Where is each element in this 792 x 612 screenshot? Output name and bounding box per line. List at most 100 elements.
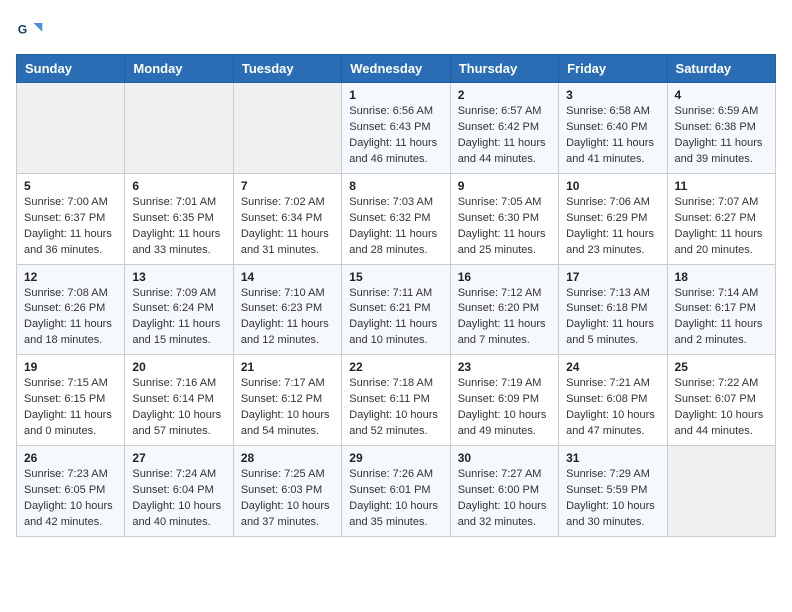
day-number: 9 [458,179,551,193]
day-number: 21 [241,360,334,374]
cell-content: Sunrise: 7:05 AM Sunset: 6:30 PM Dayligh… [458,195,551,259]
day-number: 19 [24,360,117,374]
calendar-cell: 17 Sunrise: 7:13 AM Sunset: 6:18 PM Dayli… [559,264,667,355]
day-number: 30 [458,451,551,465]
week-row-2: 5 Sunrise: 7:00 AM Sunset: 6:37 PM Daylig… [17,173,776,264]
calendar-cell: 4 Sunrise: 6:59 AM Sunset: 6:38 PM Daylig… [667,83,775,174]
calendar-cell: 14 Sunrise: 7:10 AM Sunset: 6:23 PM Dayli… [233,264,341,355]
calendar-cell: 27Sunrise: 7:24 AM Sunset: 6:04 PM Dayli… [125,446,233,537]
calendar-cell: 22Sunrise: 7:18 AM Sunset: 6:11 PM Dayli… [342,355,450,446]
cell-content: Sunrise: 7:16 AM Sunset: 6:14 PM Dayligh… [132,376,225,440]
cell-content: Sunrise: 7:15 AM Sunset: 6:15 PM Dayligh… [24,376,117,440]
cell-content: Sunrise: 6:56 AM Sunset: 6:43 PM Dayligh… [349,104,442,168]
weekday-header-sunday: Sunday [17,55,125,83]
calendar-body: 1 Sunrise: 6:56 AM Sunset: 6:43 PM Daylig… [17,83,776,537]
day-number: 8 [349,179,442,193]
week-row-4: 19 Sunrise: 7:15 AM Sunset: 6:15 PM Dayli… [17,355,776,446]
calendar-cell: 29 Sunrise: 7:26 AM Sunset: 6:01 PM Dayli… [342,446,450,537]
calendar-cell [125,83,233,174]
calendar-cell: 16Sunrise: 7:12 AM Sunset: 6:20 PM Dayli… [450,264,558,355]
logo-icon: G [16,16,44,44]
day-number: 23 [458,360,551,374]
calendar-cell: 26 Sunrise: 7:23 AM Sunset: 6:05 PM Dayli… [17,446,125,537]
cell-content: Sunrise: 7:11 AM Sunset: 6:21 PM Dayligh… [349,286,442,350]
calendar-cell: 13Sunrise: 7:09 AM Sunset: 6:24 PM Dayli… [125,264,233,355]
cell-content: Sunrise: 7:23 AM Sunset: 6:05 PM Dayligh… [24,467,117,531]
weekday-header-row: SundayMondayTuesdayWednesdayThursdayFrid… [17,55,776,83]
cell-content: Sunrise: 7:21 AM Sunset: 6:08 PM Dayligh… [566,376,659,440]
calendar-cell: 25Sunrise: 7:22 AM Sunset: 6:07 PM Dayli… [667,355,775,446]
calendar-cell: 18Sunrise: 7:14 AM Sunset: 6:17 PM Dayli… [667,264,775,355]
calendar-cell: 2 Sunrise: 6:57 AM Sunset: 6:42 PM Daylig… [450,83,558,174]
week-row-1: 1 Sunrise: 6:56 AM Sunset: 6:43 PM Daylig… [17,83,776,174]
svg-text:G: G [18,23,28,37]
day-number: 20 [132,360,225,374]
cell-content: Sunrise: 6:59 AM Sunset: 6:38 PM Dayligh… [675,104,768,168]
day-number: 12 [24,270,117,284]
weekday-header-saturday: Saturday [667,55,775,83]
calendar-cell: 11 Sunrise: 7:07 AM Sunset: 6:27 PM Dayli… [667,173,775,264]
day-number: 24 [566,360,659,374]
calendar-cell: 31Sunrise: 7:29 AM Sunset: 5:59 PM Dayli… [559,446,667,537]
calendar-cell: 28 Sunrise: 7:25 AM Sunset: 6:03 PM Dayli… [233,446,341,537]
day-number: 17 [566,270,659,284]
calendar-cell: 7 Sunrise: 7:02 AM Sunset: 6:34 PM Daylig… [233,173,341,264]
logo: G [16,16,48,44]
cell-content: Sunrise: 7:26 AM Sunset: 6:01 PM Dayligh… [349,467,442,531]
day-number: 11 [675,179,768,193]
day-number: 5 [24,179,117,193]
day-number: 15 [349,270,442,284]
week-row-5: 26 Sunrise: 7:23 AM Sunset: 6:05 PM Dayli… [17,446,776,537]
calendar-cell: 1 Sunrise: 6:56 AM Sunset: 6:43 PM Daylig… [342,83,450,174]
weekday-header-monday: Monday [125,55,233,83]
cell-content: Sunrise: 7:02 AM Sunset: 6:34 PM Dayligh… [241,195,334,259]
calendar-cell: 30 Sunrise: 7:27 AM Sunset: 6:00 PM Dayli… [450,446,558,537]
cell-content: Sunrise: 7:07 AM Sunset: 6:27 PM Dayligh… [675,195,768,259]
cell-content: Sunrise: 7:24 AM Sunset: 6:04 PM Dayligh… [132,467,225,531]
day-number: 26 [24,451,117,465]
weekday-header-wednesday: Wednesday [342,55,450,83]
cell-content: Sunrise: 7:01 AM Sunset: 6:35 PM Dayligh… [132,195,225,259]
cell-content: Sunrise: 7:09 AM Sunset: 6:24 PM Dayligh… [132,286,225,350]
calendar-cell: 24 Sunrise: 7:21 AM Sunset: 6:08 PM Dayli… [559,355,667,446]
cell-content: Sunrise: 7:03 AM Sunset: 6:32 PM Dayligh… [349,195,442,259]
weekday-header-friday: Friday [559,55,667,83]
cell-content: Sunrise: 6:58 AM Sunset: 6:40 PM Dayligh… [566,104,659,168]
weekday-header-tuesday: Tuesday [233,55,341,83]
day-number: 7 [241,179,334,193]
calendar-cell: 19 Sunrise: 7:15 AM Sunset: 6:15 PM Dayli… [17,355,125,446]
calendar-cell [233,83,341,174]
calendar-cell [667,446,775,537]
calendar-header: SundayMondayTuesdayWednesdayThursdayFrid… [17,55,776,83]
day-number: 25 [675,360,768,374]
day-number: 3 [566,88,659,102]
cell-content: Sunrise: 7:13 AM Sunset: 6:18 PM Dayligh… [566,286,659,350]
day-number: 14 [241,270,334,284]
calendar-cell: 15 Sunrise: 7:11 AM Sunset: 6:21 PM Dayli… [342,264,450,355]
calendar-cell: 8 Sunrise: 7:03 AM Sunset: 6:32 PM Daylig… [342,173,450,264]
day-number: 16 [458,270,551,284]
cell-content: Sunrise: 7:14 AM Sunset: 6:17 PM Dayligh… [675,286,768,350]
cell-content: Sunrise: 7:00 AM Sunset: 6:37 PM Dayligh… [24,195,117,259]
calendar-cell: 10Sunrise: 7:06 AM Sunset: 6:29 PM Dayli… [559,173,667,264]
day-number: 4 [675,88,768,102]
day-number: 6 [132,179,225,193]
calendar-cell: 12 Sunrise: 7:08 AM Sunset: 6:26 PM Dayli… [17,264,125,355]
cell-content: Sunrise: 6:57 AM Sunset: 6:42 PM Dayligh… [458,104,551,168]
day-number: 2 [458,88,551,102]
calendar-cell: 21Sunrise: 7:17 AM Sunset: 6:12 PM Dayli… [233,355,341,446]
page-header: G [16,16,776,44]
cell-content: Sunrise: 7:18 AM Sunset: 6:11 PM Dayligh… [349,376,442,440]
cell-content: Sunrise: 7:25 AM Sunset: 6:03 PM Dayligh… [241,467,334,531]
day-number: 10 [566,179,659,193]
calendar-cell: 5 Sunrise: 7:00 AM Sunset: 6:37 PM Daylig… [17,173,125,264]
cell-content: Sunrise: 7:08 AM Sunset: 6:26 PM Dayligh… [24,286,117,350]
calendar-cell: 9 Sunrise: 7:05 AM Sunset: 6:30 PM Daylig… [450,173,558,264]
day-number: 28 [241,451,334,465]
day-number: 1 [349,88,442,102]
cell-content: Sunrise: 7:27 AM Sunset: 6:00 PM Dayligh… [458,467,551,531]
calendar-cell: 3 Sunrise: 6:58 AM Sunset: 6:40 PM Daylig… [559,83,667,174]
cell-content: Sunrise: 7:10 AM Sunset: 6:23 PM Dayligh… [241,286,334,350]
calendar-cell: 20 Sunrise: 7:16 AM Sunset: 6:14 PM Dayli… [125,355,233,446]
day-number: 29 [349,451,442,465]
